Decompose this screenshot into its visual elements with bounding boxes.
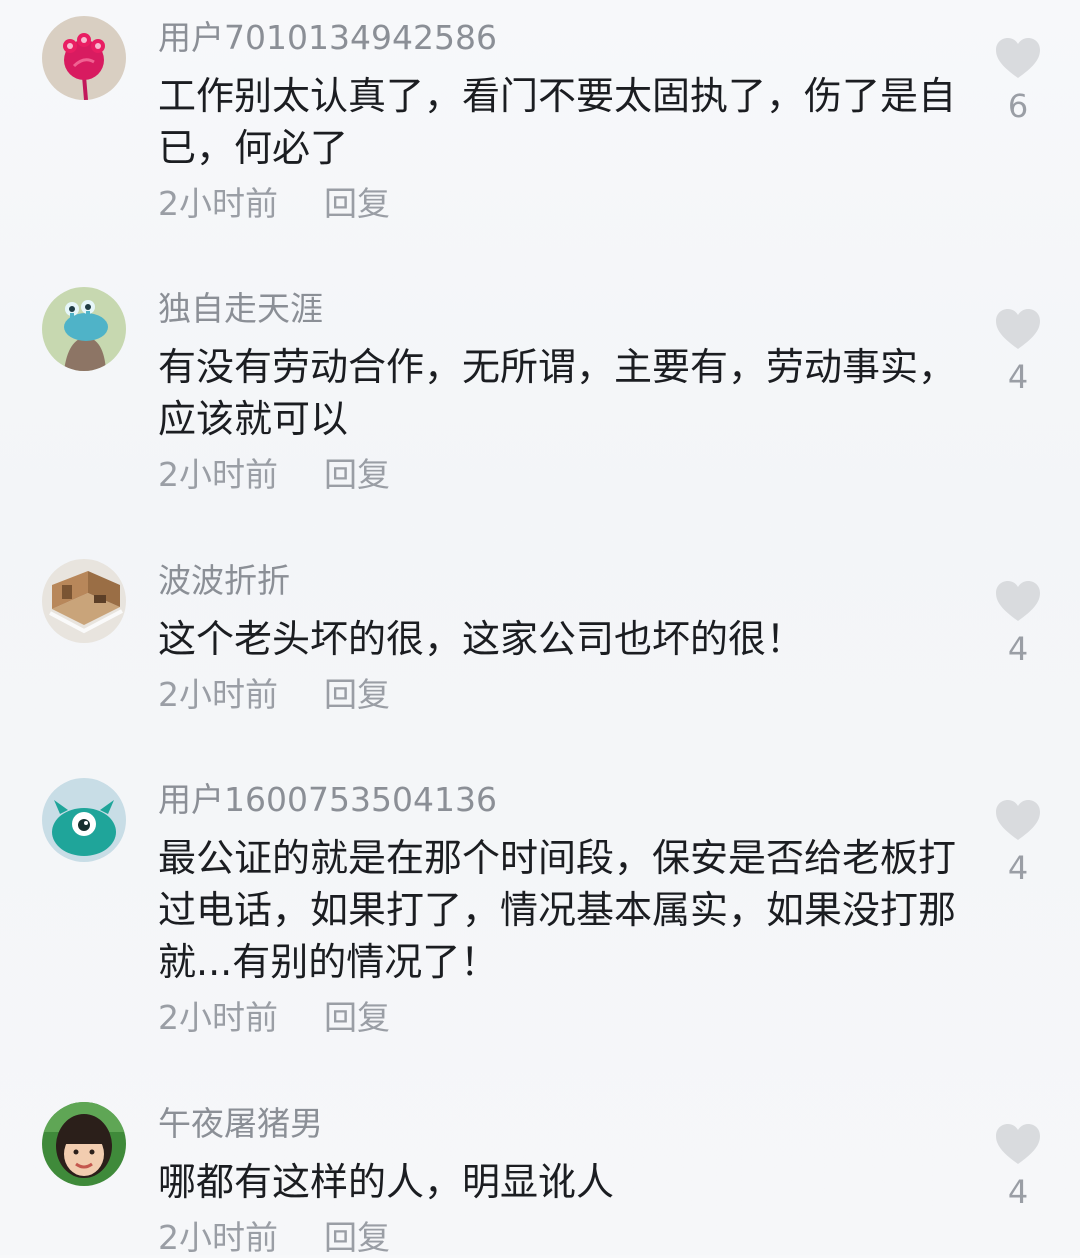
comment-text: 这个老头坏的很，这家公司也坏的很！ <box>158 617 805 661</box>
comment-meta: 2小时前 回复 <box>158 184 390 224</box>
comment-meta: 2小时前 回复 <box>158 1218 390 1258</box>
comment-meta: 2小时前 回复 <box>158 998 390 1038</box>
username[interactable]: 独自走天涯 <box>158 289 323 329</box>
like-button[interactable]: 4 <box>990 307 1046 395</box>
username[interactable]: 波波折折 <box>158 561 290 601</box>
comment-text: 最公证的就是在那个时间段，保安是否给老板打过电话，如果打了，情况基本属实，如果没… <box>158 836 957 984</box>
reply-button[interactable]: 回复 <box>324 455 390 495</box>
comment-item: 独自走天涯 有没有劳动合作，无所谓，主要有，劳动事实，应该就可以 2小时前 回复 … <box>0 287 1080 517</box>
comment-meta: 2小时前 回复 <box>158 455 390 495</box>
heart-icon <box>996 800 1040 840</box>
comment-item: 午夜屠猪男 哪都有这样的人，明显讹人 2小时前 回复 4 <box>0 1102 1080 1258</box>
username[interactable]: 用户1600753504136 <box>158 780 497 820</box>
comment-item: 波波折折 这个老头坏的很，这家公司也坏的很！ 2小时前 回复 4 <box>0 559 1080 729</box>
username[interactable]: 用户7010134942586 <box>158 18 497 58</box>
comment-text: 有没有劳动合作，无所谓，主要有，劳动事实，应该就可以 <box>158 345 957 441</box>
like-button[interactable]: 4 <box>990 798 1046 886</box>
comment-text: 工作别太认真了，看门不要太固执了，伤了是自已，何必了 <box>158 74 957 170</box>
heart-icon <box>996 38 1040 78</box>
like-count: 4 <box>1007 630 1029 668</box>
like-button[interactable]: 4 <box>990 1122 1046 1210</box>
red-flower-avatar[interactable] <box>42 16 126 100</box>
comment-time: 2小时前 <box>158 1218 278 1257</box>
comment-time: 2小时前 <box>158 455 278 494</box>
child-photo-avatar[interactable] <box>42 1102 126 1186</box>
like-count: 4 <box>1007 358 1029 396</box>
comment-list: 用户7010134942586 工作别太认真了，看门不要太固执了，伤了是自已，何… <box>0 0 1080 1258</box>
comment-time: 2小时前 <box>158 184 278 223</box>
reply-button[interactable]: 回复 <box>324 184 390 224</box>
comment-item: 用户7010134942586 工作别太认真了，看门不要太固执了，伤了是自已，何… <box>0 16 1080 246</box>
comment-meta: 2小时前 回复 <box>158 675 390 715</box>
like-button[interactable]: 4 <box>990 579 1046 667</box>
like-button[interactable]: 6 <box>990 36 1046 124</box>
like-count: 4 <box>1007 1173 1029 1211</box>
like-count: 6 <box>1007 87 1029 125</box>
like-count: 4 <box>1007 849 1029 887</box>
heart-icon <box>996 309 1040 349</box>
heart-icon <box>996 1124 1040 1164</box>
teal-monster-avatar[interactable] <box>42 778 126 862</box>
room-interior-avatar[interactable] <box>42 559 126 643</box>
cartoon-creature-avatar[interactable] <box>42 287 126 371</box>
comment-item: 用户1600753504136 最公证的就是在那个时间段，保安是否给老板打过电话… <box>0 778 1080 1058</box>
comment-time: 2小时前 <box>158 998 278 1037</box>
username[interactable]: 午夜屠猪男 <box>158 1104 323 1144</box>
comment-time: 2小时前 <box>158 675 278 714</box>
heart-icon <box>996 581 1040 621</box>
reply-button[interactable]: 回复 <box>324 675 390 715</box>
comment-text: 哪都有这样的人，明显讹人 <box>158 1160 615 1204</box>
reply-button[interactable]: 回复 <box>324 998 390 1038</box>
reply-button[interactable]: 回复 <box>324 1218 390 1258</box>
